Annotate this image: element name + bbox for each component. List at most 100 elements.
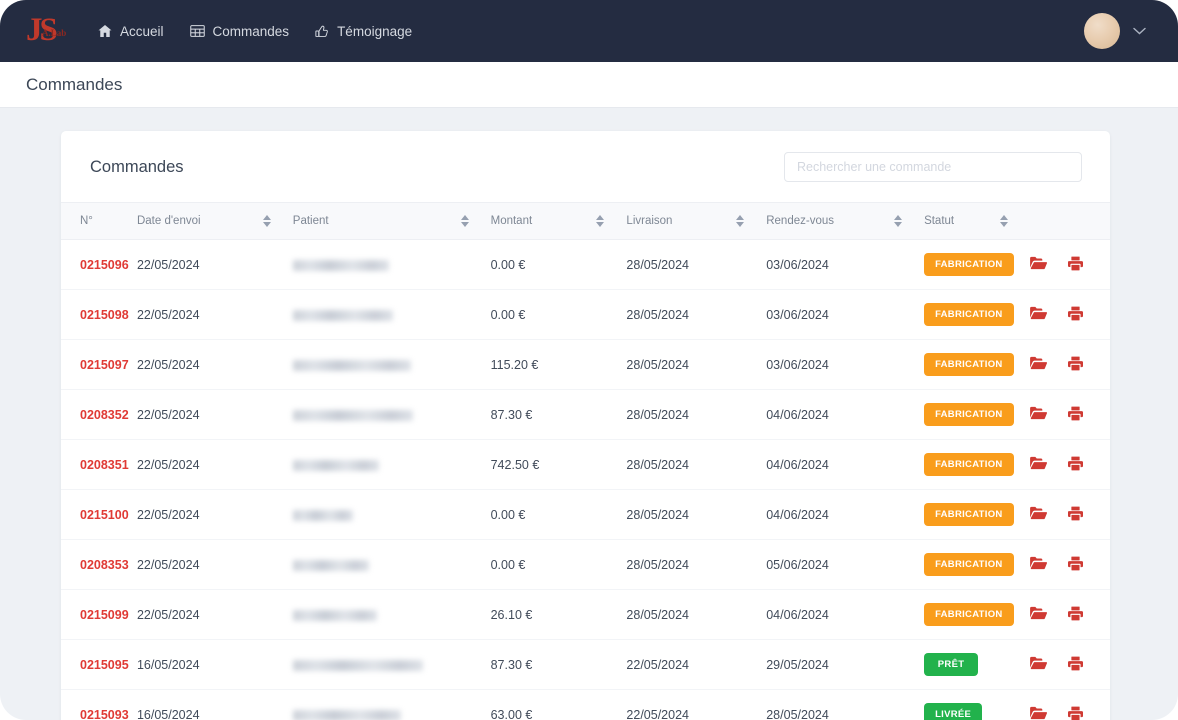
- patient-name-redacted: [292, 559, 369, 571]
- column-header-label: Patient: [292, 215, 329, 227]
- cell-patient: [292, 290, 491, 340]
- folder-open-icon[interactable]: [1030, 406, 1048, 423]
- folder-open-icon[interactable]: [1030, 506, 1048, 523]
- search-input[interactable]: [784, 152, 1082, 182]
- order-number-link[interactable]: 0215093: [80, 708, 129, 720]
- column-header-patient[interactable]: Patient: [293, 203, 491, 240]
- folder-open-icon[interactable]: [1030, 256, 1048, 273]
- sort-toggle-icon[interactable]: [1000, 215, 1030, 227]
- cell-actions: [1030, 290, 1110, 340]
- cell-order-number: 0215097: [61, 340, 137, 390]
- printer-icon[interactable]: [1068, 556, 1084, 574]
- table-row: 0208351 22/05/2024 742.50 € 28/05/2024 04/06…: [61, 440, 1110, 490]
- nav-item-accueil[interactable]: Accueil: [96, 20, 166, 43]
- folder-open-icon[interactable]: [1030, 556, 1048, 573]
- cell-date-envoi: 22/05/2024: [136, 457, 200, 472]
- cell-order-number: 0215100: [61, 490, 137, 540]
- order-number-link[interactable]: 0215100: [80, 508, 129, 522]
- printer-icon[interactable]: [1068, 656, 1084, 674]
- cell-rendez-vous: 03/06/2024: [766, 307, 829, 322]
- row-actions: [1030, 406, 1110, 424]
- order-number-link[interactable]: 0215096: [80, 258, 129, 272]
- cell-rendez-vous: 29/05/2024: [766, 657, 829, 672]
- page-title: Commandes: [26, 74, 123, 94]
- cell-livraison: 28/05/2024: [626, 407, 689, 422]
- top-navbar: JS A.Lab Accueil Commandes Témoignage: [0, 0, 1178, 62]
- avatar[interactable]: [1084, 13, 1120, 49]
- column-header-rendez-vous[interactable]: Rendez-vous: [766, 203, 924, 240]
- chevron-down-icon[interactable]: [1133, 22, 1146, 40]
- page-content: Commandes N° Date d'envoi Patient Montant Li…: [0, 108, 1178, 720]
- cell-statut: FABRICATION: [924, 540, 1030, 590]
- brand-logo[interactable]: JS A.Lab: [26, 13, 72, 48]
- page-titlebar: Commandes: [0, 62, 1178, 108]
- cell-patient: [292, 340, 491, 390]
- nav-item-commandes[interactable]: Commandes: [188, 20, 292, 43]
- cell-statut: FABRICATION: [924, 390, 1030, 440]
- status-badge[interactable]: FABRICATION: [924, 553, 1014, 576]
- status-badge[interactable]: FABRICATION: [924, 353, 1014, 376]
- order-number-link[interactable]: 0215098: [80, 308, 129, 322]
- cell-order-number: 0208351: [61, 440, 137, 490]
- folder-open-icon[interactable]: [1030, 706, 1048, 720]
- cell-rendez-vous: 05/06/2024: [766, 557, 829, 572]
- sort-toggle-icon[interactable]: [894, 215, 924, 227]
- folder-open-icon[interactable]: [1030, 456, 1048, 473]
- cell-actions: [1030, 490, 1110, 540]
- row-actions: [1030, 306, 1110, 324]
- printer-icon[interactable]: [1068, 306, 1084, 324]
- column-header-statut[interactable]: Statut: [924, 203, 1030, 240]
- printer-icon[interactable]: [1068, 706, 1084, 720]
- status-badge[interactable]: FABRICATION: [924, 453, 1014, 476]
- status-badge[interactable]: FABRICATION: [924, 603, 1014, 626]
- sort-toggle-icon[interactable]: [262, 215, 293, 227]
- sort-toggle-icon[interactable]: [460, 215, 491, 227]
- table-header-row: N° Date d'envoi Patient Montant Livraison Ren…: [61, 202, 1110, 240]
- folder-open-icon[interactable]: [1030, 656, 1048, 673]
- order-number-link[interactable]: 0215097: [80, 358, 129, 372]
- status-badge[interactable]: FABRICATION: [924, 403, 1014, 426]
- printer-icon[interactable]: [1068, 506, 1084, 524]
- sort-toggle-icon[interactable]: [736, 215, 766, 227]
- sort-toggle-icon[interactable]: [596, 215, 626, 227]
- printer-icon[interactable]: [1068, 406, 1084, 424]
- table-row: 0208353 22/05/2024 0.00 € 28/05/2024 05/06/2…: [61, 540, 1110, 590]
- cell-livraison: 28/05/2024: [626, 607, 689, 622]
- column-header-montant[interactable]: Montant: [491, 203, 627, 240]
- cell-statut: FABRICATION: [924, 290, 1030, 340]
- cell-actions: [1030, 390, 1110, 440]
- order-number-link[interactable]: 0208351: [80, 458, 129, 472]
- printer-icon[interactable]: [1068, 606, 1084, 624]
- cell-date-envoi: 22/05/2024: [136, 407, 200, 422]
- printer-icon[interactable]: [1068, 256, 1084, 274]
- nav-item-temoignage[interactable]: Témoignage: [313, 20, 414, 43]
- cell-patient: [292, 540, 491, 590]
- status-badge[interactable]: FABRICATION: [924, 503, 1014, 526]
- folder-open-icon[interactable]: [1030, 356, 1048, 373]
- status-badge[interactable]: LIVRÉE: [924, 703, 983, 720]
- status-badge[interactable]: FABRICATION: [924, 303, 1014, 326]
- order-number-link[interactable]: 0208352: [80, 408, 129, 422]
- printer-icon[interactable]: [1068, 456, 1084, 474]
- cell-livraison: 28/05/2024: [626, 507, 689, 522]
- printer-icon[interactable]: [1068, 356, 1084, 374]
- order-number-link[interactable]: 0215095: [80, 658, 129, 672]
- column-header-date-d-envoi[interactable]: Date d'envoi: [137, 203, 293, 240]
- cell-livraison: 28/05/2024: [626, 557, 689, 572]
- cell-actions: [1030, 540, 1110, 590]
- folder-open-icon[interactable]: [1030, 306, 1048, 323]
- cell-montant: 0.00 €: [490, 307, 526, 322]
- user-menu[interactable]: [1084, 13, 1158, 49]
- status-badge[interactable]: PRÊT: [924, 653, 979, 676]
- cell-date-envoi: 22/05/2024: [136, 257, 200, 272]
- cell-montant: 742.50 €: [490, 457, 540, 472]
- order-number-link[interactable]: 0215099: [80, 608, 129, 622]
- table-row: 0215100 22/05/2024 0.00 € 28/05/2024 04/06/2…: [61, 490, 1110, 540]
- order-number-link[interactable]: 0208353: [80, 558, 129, 572]
- orders-card: Commandes N° Date d'envoi Patient Montant Li…: [61, 131, 1110, 720]
- cell-patient: [292, 440, 491, 490]
- patient-name-redacted: [292, 359, 411, 371]
- folder-open-icon[interactable]: [1030, 606, 1048, 623]
- status-badge[interactable]: FABRICATION: [924, 253, 1014, 276]
- column-header-livraison[interactable]: Livraison: [626, 203, 766, 240]
